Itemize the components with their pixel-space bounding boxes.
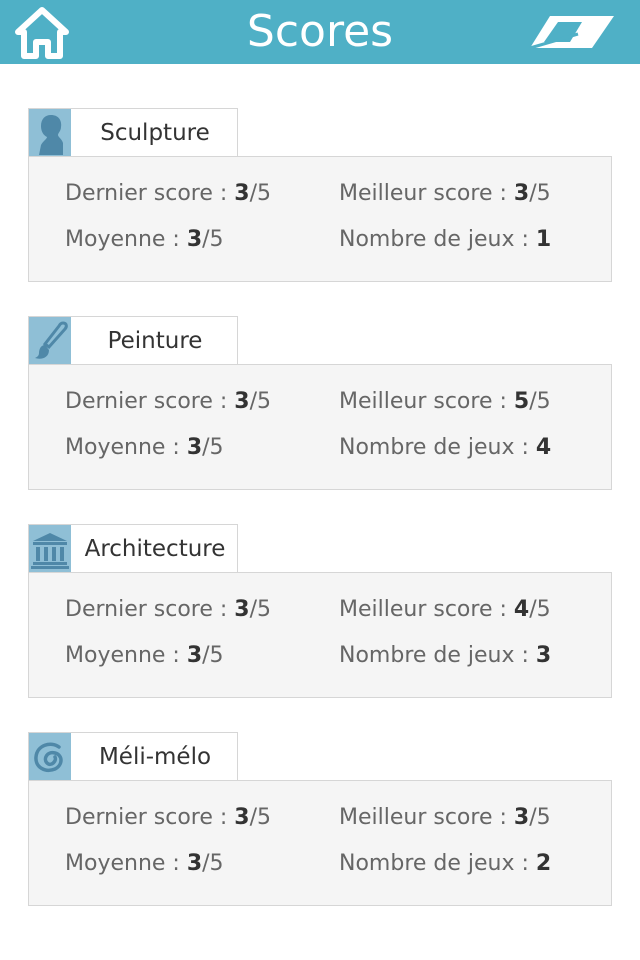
category-title: Peinture [107, 328, 203, 354]
stats-panel: Dernier score : 3/5 Meilleur score : 5/5… [28, 364, 612, 490]
average-score: Moyenne : 3/5 [65, 227, 224, 252]
category-tab[interactable]: Architecture [28, 524, 238, 573]
temple-icon [31, 533, 69, 569]
category-tab[interactable]: Sculpture [28, 108, 238, 157]
glasses-button[interactable] [528, 12, 618, 52]
glasses-icon [529, 16, 614, 50]
score-card-meli-melo: Méli-mélo Dernier score : 3/5 Meilleur s… [28, 732, 612, 908]
games-count: Nombre de jeux : 2 [339, 851, 552, 876]
stats-panel: Dernier score : 3/5 Meilleur score : 3/5… [28, 156, 612, 282]
best-score: Meilleur score : 3/5 [339, 805, 551, 830]
category-tab[interactable]: Peinture [28, 316, 238, 365]
best-score: Meilleur score : 3/5 [339, 181, 551, 206]
bust-icon [39, 115, 63, 155]
paintbrush-icon [35, 321, 68, 359]
games-count: Nombre de jeux : 4 [339, 435, 552, 460]
best-score: Meilleur score : 4/5 [339, 597, 551, 622]
last-score: Dernier score : 3/5 [65, 805, 272, 830]
category-title: Architecture [84, 536, 226, 562]
last-score: Dernier score : 3/5 [65, 597, 272, 622]
best-score: Meilleur score : 5/5 [339, 389, 551, 414]
score-card-sculpture: Sculpture Dernier score : 3/5 Meilleur s… [28, 108, 612, 284]
stats-panel: Dernier score : 3/5 Meilleur score : 4/5… [28, 572, 612, 698]
average-score: Moyenne : 3/5 [65, 851, 224, 876]
games-count: Nombre de jeux : 3 [339, 643, 552, 668]
category-tab[interactable]: Méli-mélo [28, 732, 238, 781]
header-bar: Scores [0, 0, 640, 64]
category-title: Méli-mélo [98, 744, 212, 770]
games-count: Nombre de jeux : 1 [339, 227, 552, 252]
score-card-architecture: Architecture Dernier score : 3/5 Meilleu… [28, 524, 612, 700]
last-score: Dernier score : 3/5 [65, 389, 272, 414]
swirl-icon [34, 742, 63, 772]
score-card-peinture: Peinture Dernier score : 3/5 Meilleur sc… [28, 316, 612, 492]
average-score: Moyenne : 3/5 [65, 643, 224, 668]
category-title: Sculpture [100, 120, 210, 146]
average-score: Moyenne : 3/5 [65, 435, 224, 460]
last-score: Dernier score : 3/5 [65, 181, 272, 206]
stats-panel: Dernier score : 3/5 Meilleur score : 3/5… [28, 780, 612, 906]
